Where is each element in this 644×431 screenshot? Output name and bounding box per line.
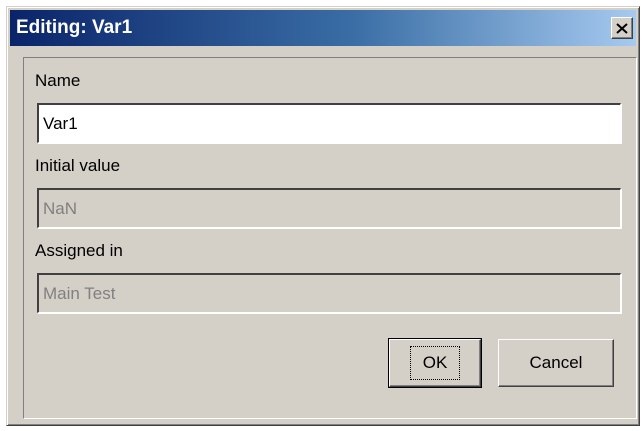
assigned-in-label: Assigned in: [35, 241, 123, 260]
initial-value-label: Initial value: [35, 156, 121, 175]
initial-value-field: [37, 188, 621, 228]
cancel-button[interactable]: Cancel: [498, 339, 614, 387]
name-input[interactable]: [37, 103, 621, 143]
cancel-button-label: Cancel: [529, 353, 583, 372]
edit-variable-dialog: Editing: Var1 Name Initial value Assigne…: [6, 6, 640, 426]
close-icon: [616, 22, 628, 34]
title-bar[interactable]: Editing: Var1: [10, 10, 636, 46]
ok-button[interactable]: OK: [388, 338, 482, 388]
window-title: Editing: Var1: [16, 17, 133, 38]
close-button[interactable]: [611, 17, 633, 39]
ok-button-label: OK: [409, 346, 461, 380]
assigned-in-field: [37, 273, 621, 313]
dialog-content-panel: Name Initial value Assigned in OK Cancel: [23, 57, 637, 419]
name-label: Name: [35, 71, 81, 90]
